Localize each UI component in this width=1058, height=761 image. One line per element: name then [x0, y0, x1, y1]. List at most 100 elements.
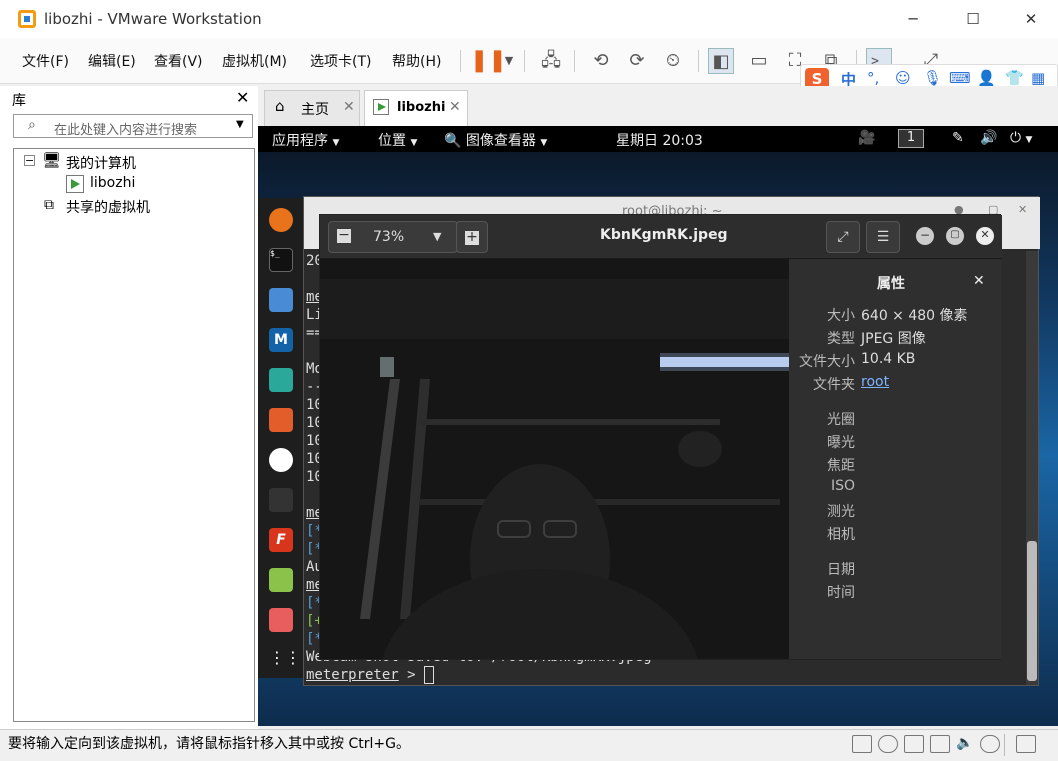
metasploit-icon[interactable]: M — [269, 328, 293, 352]
library-close-button[interactable]: ✕ — [236, 88, 249, 107]
files-icon[interactable] — [269, 288, 293, 312]
tab-home[interactable]: ⌂ 主页 ✕ — [264, 90, 360, 126]
clock[interactable]: 星期日 20:03 — [616, 130, 703, 150]
tree-item-my-computer[interactable]: 我的计算机 — [66, 153, 136, 173]
ime-punct[interactable]: °, — [867, 69, 879, 87]
property-label: 文件大小 — [799, 354, 855, 370]
prompt-suffix: > — [398, 667, 425, 683]
vm-running-icon — [373, 99, 389, 115]
keyboard-icon[interactable]: ⌨ — [949, 69, 971, 87]
revert-snapshot-icon[interactable]: ⟳ — [624, 48, 650, 74]
tree-item-vm[interactable]: libozhi — [90, 175, 135, 191]
maximize-icon[interactable]: ▢ — [946, 227, 964, 245]
close-icon[interactable]: ✕ — [1018, 203, 1027, 216]
sound-icon[interactable]: 🔈 — [956, 735, 976, 753]
zoom-level[interactable]: 73% — [373, 222, 404, 252]
beef-icon[interactable] — [269, 488, 293, 512]
maximize-button[interactable]: ☐ — [950, 0, 996, 38]
volume-icon[interactable]: 🔊 — [980, 130, 997, 146]
zoom-out-icon[interactable]: − — [337, 228, 351, 243]
menu-help[interactable]: 帮助(H) — [392, 51, 441, 71]
properties-title: 属性 — [877, 276, 905, 292]
search-icon: ⌕ — [28, 117, 36, 133]
properties-close-icon[interactable]: ✕ — [973, 273, 985, 289]
grid-icon[interactable]: ▦ — [1031, 69, 1045, 87]
gnome-top-bar: 应用程序 ▼ 位置 ▼ 🔍 图像查看器 ▼ 星期日 20:03 🎥 1 ✎ 🔊 … — [258, 126, 1058, 152]
image-viewer-window[interactable]: − 73% ▼ + KbnKgmRK.jpeg ⤢ ☰ − ▢ ✕ 属性 ✕ 大… — [319, 214, 1002, 660]
pause-icon[interactable]: ❚❚ — [470, 48, 507, 74]
usb-icon[interactable] — [980, 735, 1000, 753]
tree-item-shared[interactable]: 共享的虚拟机 — [66, 197, 150, 217]
tab-bar: ⌂ 主页 ✕ libozhi ✕ — [258, 86, 1058, 126]
close-icon[interactable]: ✕ — [976, 227, 994, 245]
pen-icon[interactable]: ✎ — [952, 130, 964, 146]
menu-vm[interactable]: 虚拟机(M) — [222, 51, 287, 71]
minimize-button[interactable]: ─ — [890, 0, 936, 38]
status-separator — [1004, 734, 1005, 756]
zoom-in-button[interactable]: + — [456, 221, 488, 253]
minimize-icon[interactable]: − — [916, 227, 934, 245]
message-log-icon[interactable] — [1016, 735, 1036, 753]
vm-console[interactable]: 应用程序 ▼ 位置 ▼ 🔍 图像查看器 ▼ 星期日 20:03 🎥 1 ✎ 🔊 … — [258, 126, 1058, 726]
burpsuite-icon[interactable] — [269, 408, 293, 432]
show-apps-icon[interactable]: ⋮⋮ — [269, 648, 301, 672]
image-viewer-dock-icon[interactable] — [269, 608, 293, 632]
vm-running-icon — [66, 175, 84, 193]
tab-close-icon[interactable]: ✕ — [449, 99, 461, 115]
applications-menu[interactable]: 应用程序 ▼ — [272, 130, 339, 150]
printer-icon[interactable] — [930, 735, 950, 753]
armitage-icon[interactable] — [269, 368, 293, 392]
library-title: 库 — [12, 93, 26, 109]
chevron-down-icon[interactable]: ▼ — [496, 48, 522, 74]
chevron-down-icon[interactable]: ▼ — [433, 222, 441, 252]
send-ctrl-alt-del-icon[interactable]: 🖧 — [538, 48, 564, 74]
tab-vm[interactable]: libozhi ✕ — [364, 90, 468, 126]
folder-link[interactable]: root — [861, 374, 889, 390]
places-menu[interactable]: 位置 ▼ — [378, 130, 417, 150]
snapshot-icon[interactable]: ⟲ — [588, 48, 614, 74]
emoji-icon[interactable]: ☺ — [895, 69, 911, 87]
leafpad-icon[interactable] — [269, 568, 293, 592]
close-button[interactable]: ✕ — [1008, 0, 1054, 38]
tab-label: 主页 — [301, 102, 329, 118]
fullscreen-button[interactable]: ⤢ — [826, 221, 860, 253]
fullscreen-icon: ⤢ — [837, 229, 849, 245]
menu-button[interactable]: ☰ — [866, 221, 900, 253]
toolbar-separator — [460, 50, 461, 72]
hard-disk-icon[interactable] — [852, 735, 872, 753]
network-icon[interactable] — [904, 735, 924, 753]
search-input[interactable]: 在此处键入内容进行搜索 — [54, 119, 197, 138]
viewer-app-menu[interactable]: 🔍 图像查看器 ▼ — [444, 130, 547, 150]
prompt-text: meterpreter — [306, 667, 399, 683]
menu-edit[interactable]: 编辑(E) — [88, 51, 136, 71]
skin-icon[interactable]: 👕 — [1005, 69, 1024, 87]
menu-tabs[interactable]: 选项卡(T) — [310, 51, 371, 71]
workspace-indicator[interactable]: 1 — [898, 129, 924, 148]
viewer-header: − 73% ▼ + KbnKgmRK.jpeg ⤢ ☰ − ▢ ✕ — [320, 215, 1002, 259]
exif-label: 曝光 — [827, 435, 855, 451]
firefox-icon[interactable] — [269, 208, 293, 232]
collapse-icon[interactable]: − — [24, 155, 35, 166]
camera-icon[interactable]: 🎥 — [858, 130, 875, 146]
library-toggle-icon[interactable]: ◧ — [708, 48, 734, 74]
cd-drive-icon[interactable] — [878, 735, 898, 753]
user-icon[interactable]: 👤 — [977, 69, 996, 87]
tab-close-icon[interactable]: ✕ — [343, 99, 355, 115]
menu-view[interactable]: 查看(V) — [154, 51, 203, 71]
faraday-icon[interactable]: F — [269, 528, 293, 552]
snapshot-manager-icon[interactable]: ⏲ — [660, 48, 686, 74]
terminal-prompt[interactable]: meterpreter > — [306, 666, 435, 684]
chevron-down-icon[interactable]: ▼ — [236, 119, 244, 130]
terminal-icon[interactable]: $_ — [269, 248, 293, 272]
viewer-title: KbnKgmRK.jpeg — [600, 227, 728, 243]
library-search[interactable]: ⌕ 在此处键入内容进行搜索 ▼ — [13, 114, 253, 138]
power-icon[interactable]: ⏻ ▼ — [1010, 130, 1032, 146]
menu-file[interactable]: 文件(F) — [22, 51, 69, 71]
maltego-icon[interactable] — [269, 448, 293, 472]
library-tree: − 🖥 我的计算机 libozhi ⧉ 共享的虚拟机 — [13, 148, 255, 722]
microphone-icon[interactable]: 🎙 — [923, 69, 942, 87]
terminal-scrollbar[interactable] — [1026, 251, 1038, 685]
zoom-control[interactable]: − 73% ▼ — [328, 221, 458, 253]
thumbnail-bar-icon[interactable]: ▭ — [746, 48, 772, 74]
exif-label: 测光 — [827, 504, 855, 520]
